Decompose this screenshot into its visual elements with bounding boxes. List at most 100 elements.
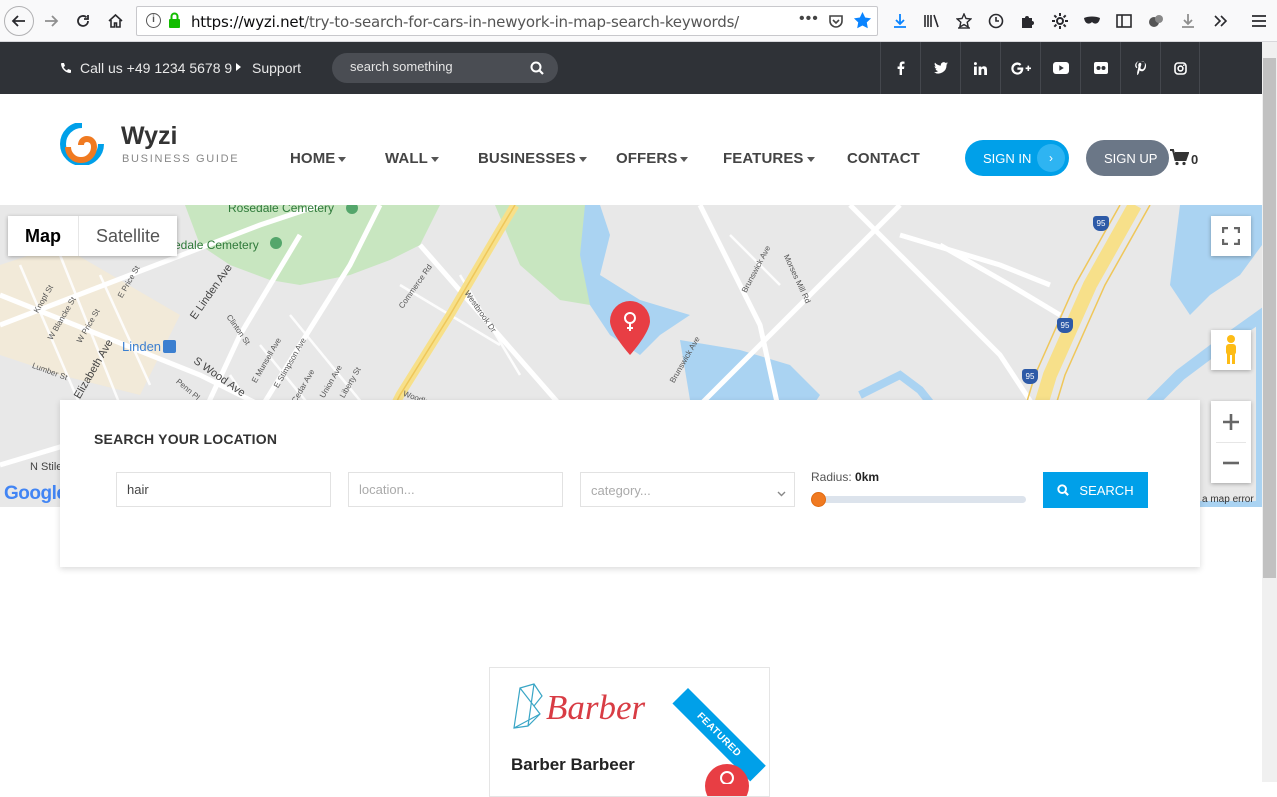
back-icon[interactable] — [4, 6, 34, 36]
linkedin-icon[interactable] — [960, 42, 1000, 94]
interstate-shield-icon: 95 — [1022, 369, 1038, 384]
nav-home[interactable]: HOME — [290, 150, 347, 167]
nav-features[interactable]: FEATURES — [723, 150, 815, 167]
forward-icon[interactable] — [37, 7, 65, 35]
extension-icon[interactable] — [1142, 7, 1170, 35]
page-scrollbar-thumb[interactable] — [1263, 58, 1276, 578]
top-search[interactable] — [332, 53, 558, 83]
zoom-control — [1211, 401, 1251, 483]
top-search-input[interactable] — [350, 59, 520, 74]
bookmark-star-icon[interactable] — [853, 11, 872, 35]
caret-down-icon — [338, 156, 347, 162]
save-download-icon[interactable] — [1174, 7, 1202, 35]
browser-toolbar: i https://wyzi.net/try-to-search-for-car… — [0, 0, 1277, 42]
station-icon — [163, 340, 176, 353]
search-button-label: SEARCH — [1079, 482, 1134, 498]
caret-down-icon — [578, 156, 587, 162]
fullscreen-icon[interactable] — [1211, 216, 1251, 256]
cart-icon[interactable] — [1170, 149, 1190, 171]
phone-text: Call us +49 1234 5678 9 — [80, 60, 233, 76]
map-marker-icon[interactable] — [610, 301, 650, 360]
puzzle-icon[interactable] — [1014, 7, 1042, 35]
map-label: edale Cemetery — [174, 238, 259, 252]
gear-icon[interactable] — [1046, 7, 1074, 35]
sign-in-label: SIGN IN — [983, 151, 1032, 166]
zoom-in-icon[interactable] — [1222, 402, 1240, 442]
map-type-map-button[interactable]: Map — [8, 216, 78, 256]
search-icon[interactable] — [530, 61, 544, 80]
nav-wall[interactable]: WALL — [385, 150, 439, 167]
radius-slider-handle[interactable] — [811, 492, 826, 507]
nav-contact[interactable]: CONTACT — [847, 150, 920, 167]
location-input[interactable] — [349, 473, 562, 506]
twitter-icon[interactable] — [920, 42, 960, 94]
map-type-control: Map Satellite — [8, 216, 178, 256]
location-field[interactable] — [348, 472, 563, 507]
menu-icon[interactable] — [1245, 7, 1273, 35]
flickr-icon[interactable] — [1080, 42, 1120, 94]
category-select[interactable]: category... — [580, 472, 795, 507]
lock-icon — [168, 12, 181, 34]
download-icon[interactable] — [886, 7, 914, 35]
radius-label: Radius: 0km — [811, 470, 880, 484]
wyzi-logo-icon[interactable] — [60, 122, 104, 170]
chevron-right-icon: › — [1037, 144, 1065, 172]
zoom-out-icon[interactable] — [1222, 443, 1240, 483]
brand-tagline: BUSINESS GUIDE — [122, 153, 240, 165]
more-icon[interactable]: ••• — [799, 10, 819, 28]
pocket-icon[interactable] — [828, 13, 844, 34]
google-plus-icon[interactable] — [1000, 42, 1040, 94]
listing-card[interactable]: Barber FEATURED Barber Barbeer — [489, 667, 770, 797]
map-label: Rosedale Cemetery — [228, 205, 335, 215]
nav-offers[interactable]: OFFERS — [616, 150, 689, 167]
cart-count: 0 — [1191, 152, 1199, 167]
search-panel-title: SEARCH YOUR LOCATION — [94, 431, 278, 447]
mask-icon[interactable] — [1078, 7, 1106, 35]
sidebar-icon[interactable] — [1110, 7, 1138, 35]
top-bar: Call us +49 1234 5678 9 Support — [0, 42, 1262, 94]
home-icon[interactable] — [101, 7, 129, 35]
phone-icon — [60, 61, 72, 79]
overflow-chevron-icon[interactable] — [1206, 7, 1234, 35]
support-link[interactable]: Support — [252, 60, 301, 76]
sign-up-button[interactable]: SIGN UP — [1086, 140, 1169, 176]
reading-list-icon[interactable] — [950, 7, 978, 35]
youtube-icon[interactable] — [1040, 42, 1080, 94]
site-header: Wyzi BUSINESS GUIDE HOME WALL BUSINESSES… — [0, 94, 1262, 205]
library-icon[interactable] — [918, 7, 946, 35]
interstate-shield-icon: 95 — [1057, 318, 1073, 333]
sign-up-label: SIGN UP — [1104, 151, 1158, 166]
facebook-icon[interactable] — [880, 42, 920, 94]
interstate-shield-icon: 95 — [1093, 216, 1109, 231]
instagram-icon[interactable] — [1160, 42, 1200, 94]
reload-icon[interactable] — [69, 7, 97, 35]
keyword-input[interactable] — [117, 473, 330, 506]
brand-name[interactable]: Wyzi — [121, 122, 178, 151]
cemetery-pin-icon — [270, 237, 282, 249]
sign-in-button[interactable]: SIGN IN › — [965, 140, 1069, 176]
history-clock-icon[interactable] — [982, 7, 1010, 35]
caret-down-icon — [430, 156, 439, 162]
keyword-field[interactable] — [116, 472, 331, 507]
url-text: https://wyzi.net/try-to-search-for-cars-… — [191, 13, 740, 31]
search-icon — [1057, 484, 1070, 496]
search-button[interactable]: SEARCH — [1043, 472, 1148, 508]
listing-category-icon — [705, 764, 749, 796]
category-select-value: category... — [591, 483, 651, 498]
caret-down-icon — [806, 156, 815, 162]
nav-businesses[interactable]: BUSINESSES — [478, 150, 587, 167]
barber-logo-text: Barber — [546, 688, 646, 727]
info-icon[interactable]: i — [146, 13, 161, 28]
radius-slider-track[interactable] — [811, 496, 1026, 503]
search-panel: SEARCH YOUR LOCATION category... Radius:… — [60, 400, 1200, 567]
map-label: Linden — [122, 339, 162, 354]
pinterest-icon[interactable] — [1120, 42, 1160, 94]
report-map-error-link[interactable]: a map error — [1202, 494, 1254, 505]
caret-right-icon — [236, 63, 241, 71]
caret-down-icon — [680, 156, 689, 162]
map-type-satellite-button[interactable]: Satellite — [78, 216, 177, 256]
listing-title[interactable]: Barber Barbeer — [511, 755, 635, 775]
pegman-icon[interactable] — [1211, 330, 1251, 370]
barber-logo-icon — [510, 682, 546, 737]
url-bar[interactable]: i https://wyzi.net/try-to-search-for-car… — [136, 6, 878, 36]
